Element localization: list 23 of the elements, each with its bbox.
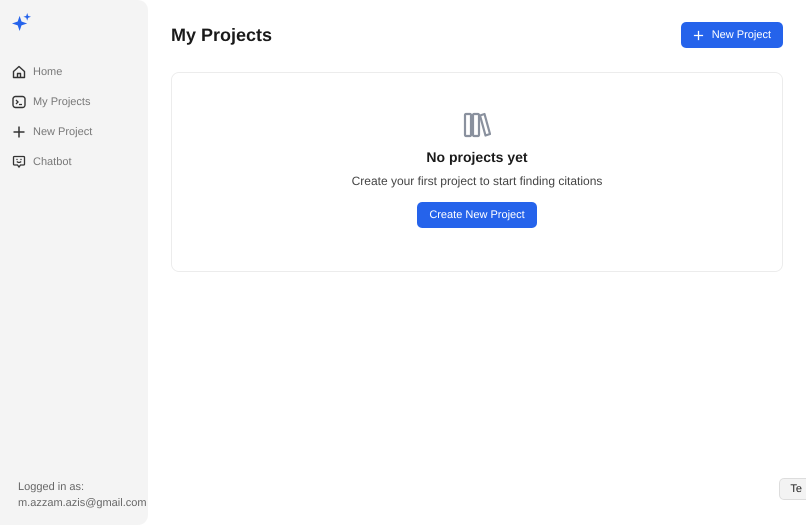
sparkle-logo-icon[interactable]	[12, 13, 31, 32]
create-project-button[interactable]: Create New Project	[417, 202, 537, 228]
chat-icon	[12, 155, 26, 169]
plus-icon	[12, 125, 26, 139]
page-title: My Projects	[171, 24, 272, 46]
sidebar-item[interactable]: New Project	[0, 122, 148, 142]
sidebar-item[interactable]: My Projects	[0, 92, 148, 112]
user-email: m.azzam.azis@gmail.com	[18, 496, 148, 511]
empty-message: Create your first project to start finding citations	[352, 174, 602, 188]
sidebar-item-label: My Projects	[33, 96, 90, 108]
sidebar-item[interactable]: Chatbot	[0, 152, 148, 172]
new-project-button[interactable]: New Project	[680, 22, 783, 48]
sidebar-item[interactable]: Home	[0, 62, 148, 82]
sidebar-item-label: Chatbot	[33, 156, 72, 168]
home-icon	[12, 65, 26, 79]
logged-in-label: Logged in as:	[18, 480, 86, 495]
books-icon	[463, 111, 491, 139]
terminal-icon	[12, 95, 26, 109]
plus-icon	[692, 30, 704, 40]
sidebar-item-label: New Project	[33, 126, 92, 138]
empty-title: No projects yet	[426, 149, 528, 165]
floating-button[interactable]: Te	[779, 478, 806, 500]
sidebar-item-label: Home	[33, 66, 62, 78]
